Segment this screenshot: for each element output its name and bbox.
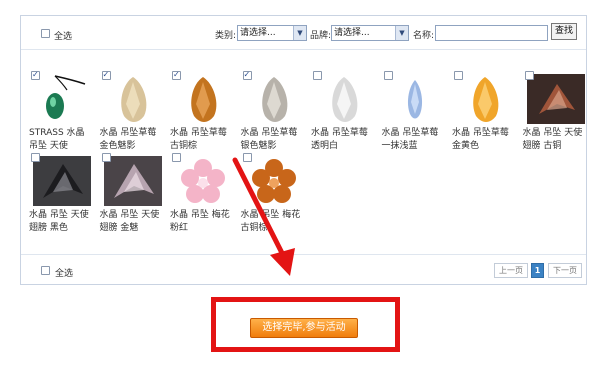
page-1-button[interactable]: 1 [531, 263, 544, 278]
select-all-label-bottom: 全选 [55, 269, 74, 279]
product-name: 水晶 吊坠 梅花 粉红 [170, 210, 230, 233]
product-image [456, 74, 514, 124]
product-name: 水晶 吊坠草莓 金黄色 [452, 128, 509, 151]
product-checkbox[interactable] [242, 69, 252, 81]
product-name: 水晶 吊坠草莓 古铜棕 [170, 128, 227, 151]
product-item[interactable]: 水晶 吊坠草莓 一抹浅蓝 [382, 71, 450, 161]
product-name: 水晶 吊坠草莓 银色魅影 [240, 128, 298, 151]
product-image [526, 74, 585, 124]
pagination-bar: 全选 上一页 1 下一页 [21, 254, 586, 286]
submit-selection-button[interactable]: 选择完毕,参与活动 [250, 318, 358, 338]
product-checkbox[interactable] [383, 71, 393, 80]
product-item[interactable]: STRASS 水晶吊坠 天使 [29, 69, 97, 161]
prev-page-button[interactable]: 上一页 [494, 263, 528, 278]
product-checkbox[interactable] [31, 69, 40, 81]
product-checkbox[interactable] [101, 69, 111, 81]
next-page-button[interactable]: 下一页 [548, 263, 582, 278]
product-checkbox[interactable] [172, 69, 181, 81]
filter-bar: 全选 类别: 请选择... ▼ 品牌: 请选择... ▼ 名称: 查找 [21, 16, 586, 50]
product-checkbox[interactable] [101, 153, 111, 162]
category-label: 类别: [215, 31, 237, 41]
product-checkbox[interactable] [313, 71, 322, 80]
product-item[interactable]: 水晶 吊坠草莓 银色魅影 [240, 69, 309, 161]
product-name: 水晶 吊坠 天使翅膀 金魅 [99, 210, 160, 233]
select-all-checkbox-top[interactable] [41, 29, 50, 38]
product-name: 水晶 吊坠草莓 金色魅影 [99, 128, 157, 151]
chevron-down-icon: ▼ [293, 26, 306, 40]
select-all-checkbox-bottom[interactable] [41, 266, 50, 275]
product-name: 水晶 吊坠草莓 一抹浅蓝 [381, 128, 439, 151]
product-image [315, 74, 373, 124]
product-checkbox[interactable] [524, 71, 534, 80]
select-all-label-top: 全选 [54, 32, 73, 42]
product-checkbox[interactable] [242, 153, 252, 162]
product-selection-panel: 全选 类别: 请选择... ▼ 品牌: 请选择... ▼ 名称: 查找 STRA… [20, 15, 587, 285]
product-image [33, 74, 91, 124]
product-image [174, 74, 232, 124]
product-image [33, 156, 91, 206]
product-item[interactable]: 水晶 吊坠 天使翅膀 金魅 [100, 153, 168, 243]
product-item[interactable]: 水晶 吊坠 梅花 古铜棕 [241, 153, 309, 243]
chevron-down-icon: ▼ [395, 26, 408, 40]
search-button[interactable]: 查找 [551, 23, 577, 40]
product-image [386, 74, 444, 124]
product-image [245, 74, 303, 124]
product-image [104, 74, 162, 124]
product-item[interactable]: 水晶 吊坠草莓 古铜棕 [170, 69, 238, 161]
product-item[interactable]: 水晶 吊坠 天使翅膀 黑色 [29, 153, 97, 243]
brand-select[interactable]: 请选择... ▼ [331, 25, 409, 41]
product-item[interactable]: 水晶 吊坠草莓 金黄色 [452, 71, 520, 161]
category-select[interactable]: 请选择... ▼ [237, 25, 307, 41]
product-name: 水晶 吊坠 天使翅膀 古铜 [522, 128, 583, 151]
brand-select-value: 请选择... [334, 28, 370, 38]
name-input[interactable] [435, 25, 548, 41]
product-image [174, 156, 232, 206]
product-item[interactable]: 水晶 吊坠 天使翅膀 古铜 [523, 71, 591, 161]
category-select-value: 请选择... [240, 28, 276, 38]
product-checkbox[interactable] [454, 71, 463, 80]
product-item[interactable]: 水晶 吊坠 梅花 粉红 [170, 153, 238, 243]
product-name: 水晶 吊坠 天使翅膀 黑色 [29, 210, 89, 233]
product-item[interactable]: 水晶 吊坠草莓 金色魅影 [99, 69, 168, 161]
product-image [103, 156, 162, 206]
product-name: STRASS 水晶吊坠 天使 [29, 128, 85, 151]
product-item[interactable]: 水晶 吊坠草莓 透明白 [311, 71, 379, 161]
product-image [245, 156, 303, 206]
product-checkbox[interactable] [172, 153, 181, 162]
brand-label: 品牌: [310, 31, 332, 41]
product-name: 水晶 吊坠 梅花 古铜棕 [240, 210, 301, 233]
product-checkbox[interactable] [31, 153, 40, 162]
name-label: 名称: [413, 31, 435, 41]
product-name: 水晶 吊坠草莓 透明白 [311, 128, 368, 151]
